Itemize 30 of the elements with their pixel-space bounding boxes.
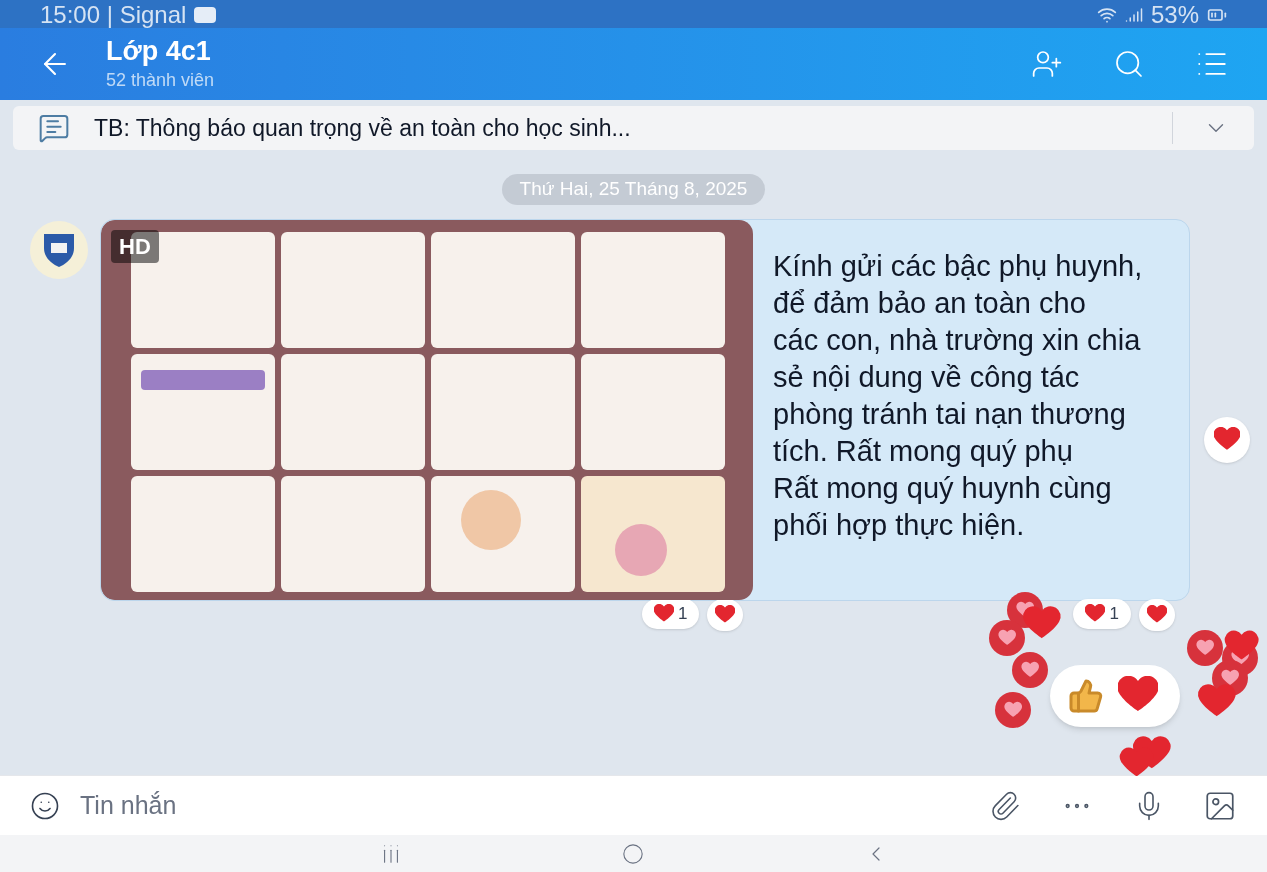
heart-icon [1085, 603, 1106, 624]
reaction-count[interactable]: 1 [1073, 598, 1131, 629]
member-count: 52 thành viên [106, 68, 216, 92]
floating-hearts-drawing [1119, 736, 1171, 776]
add-member-button[interactable] [1031, 48, 1063, 80]
signal-icon [1124, 6, 1143, 24]
heart-icon [1146, 604, 1167, 625]
heart-icon [715, 604, 736, 625]
heart-react-button[interactable] [707, 598, 744, 631]
hd-badge: HD [111, 229, 159, 263]
message-field[interactable]: Tin nhắn [80, 786, 969, 825]
message-icon [38, 112, 70, 144]
message-text: Kính gửi các bậc phụ huynh, để đảm bảo an toàn cho các con, nhà trường xin chia sẻ nội dung về công tác phòng tránh tai nạn thương tích. Rất mong quý phụ Rất mong quý huynh cùng phối hợp thực hiện. [772, 248, 1143, 543]
pinned-notice-text: TB: Thông báo quan trọng về an toàn cho học sinh... [94, 113, 632, 143]
emoji-icon[interactable] [30, 790, 60, 821]
date-separator: Thứ Hai, 25 Tháng 8, 2025 [501, 174, 766, 205]
group-title: Lớp 4c1 [106, 34, 212, 67]
message-composer[interactable]: Tin nhắn [0, 775, 1267, 835]
pinned-notice-bar[interactable]: TB: Thông báo quan trọng về an toàn cho học sinh... [13, 106, 1254, 150]
status-time: 15:00 | Signal [40, 2, 187, 28]
thumbs-up-icon[interactable] [1068, 678, 1104, 714]
heart-react-button[interactable] [1138, 598, 1175, 631]
home-icon[interactable] [621, 842, 644, 865]
heart-icon [654, 603, 674, 624]
reaction-count[interactable]: 1 [642, 598, 700, 629]
wifi-icon [1096, 5, 1117, 25]
battery-level: 53% [1150, 2, 1199, 28]
search-button[interactable] [1113, 48, 1145, 80]
attachment-icon[interactable] [989, 789, 1021, 822]
heart-react-button[interactable] [1204, 416, 1250, 463]
